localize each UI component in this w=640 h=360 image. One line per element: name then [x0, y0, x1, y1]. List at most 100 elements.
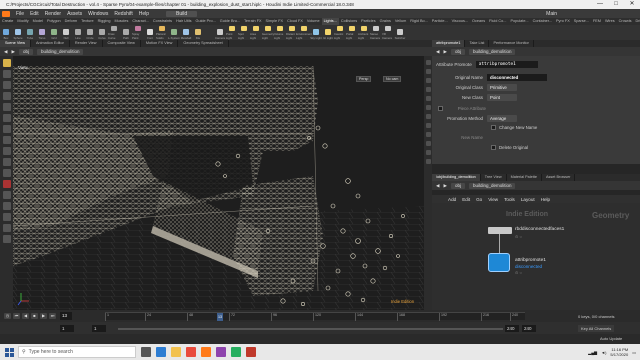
render-region-icon[interactable] — [2, 169, 11, 177]
range-start2-field[interactable]: 1 — [92, 325, 106, 332]
shelf-tab[interactable]: Simple FX — [264, 18, 286, 25]
shelf-tab[interactable]: Hair Utils — [174, 18, 193, 25]
menu-help[interactable]: Help — [136, 11, 152, 17]
taskbar-search[interactable]: ⚲ Type here to search — [18, 346, 136, 358]
shelf-tool-torus[interactable]: Torus — [36, 26, 48, 40]
magnet-icon[interactable] — [2, 158, 11, 166]
select-tool-icon[interactable] — [2, 59, 11, 67]
tab-geometry-spreadsheet[interactable]: Geometry Spreadsheet — [178, 40, 229, 47]
path-building-demolition[interactable]: building_demolition — [36, 48, 84, 55]
wireframe-icon[interactable] — [425, 60, 431, 65]
range-slider[interactable] — [118, 328, 503, 330]
play-icon[interactable]: ▶ — [40, 313, 47, 319]
shadows-icon[interactable] — [425, 141, 431, 146]
original-class-menu[interactable]: Primitive — [487, 83, 517, 91]
task-view-icon[interactable] — [141, 347, 151, 357]
shelf-tab[interactable]: Pyro FX — [554, 18, 572, 25]
file-explorer-icon[interactable] — [171, 347, 181, 357]
brush-tool-icon[interactable] — [2, 136, 11, 144]
shelf-tool-caustic-light[interactable]: Caustic Light — [334, 26, 346, 40]
shelf-tool-area-light[interactable]: Area Light — [250, 26, 262, 40]
camera-menu[interactable]: No cam — [383, 76, 402, 82]
shelf-tool-portal-light[interactable]: Portal Light — [346, 26, 358, 40]
scene-viewport[interactable]: View Persp No cam Indie Edition — [13, 56, 424, 310]
menu-edit[interactable]: Edit — [27, 11, 42, 17]
original-name-field[interactable]: disconnected — [487, 73, 547, 81]
shelf-tool-draw-curve[interactable]: Draw Curve — [108, 26, 120, 40]
app-icon[interactable] — [246, 347, 256, 357]
shelf-tool-ambient-light[interactable]: Ambient Light — [358, 26, 370, 40]
shelf-tool-circle[interactable]: Circle — [84, 26, 96, 40]
shelf-tool-box[interactable]: Box — [0, 26, 12, 40]
back-icon[interactable]: ◀ — [436, 183, 439, 189]
shelf-tab[interactable]: Vellum — [393, 18, 408, 25]
path-obj[interactable]: obj — [18, 48, 33, 55]
menu-redshift[interactable]: Redshift — [111, 11, 135, 17]
snap-icon[interactable] — [2, 191, 11, 199]
grid-icon[interactable] — [2, 235, 11, 243]
points-icon[interactable] — [425, 78, 431, 83]
shelf-tool-switcher[interactable]: Switcher — [394, 26, 406, 40]
network-icon[interactable]: ▂▄▆ — [588, 350, 597, 355]
menu-windows[interactable]: Windows — [85, 11, 111, 17]
forward-icon[interactable]: ▶ — [443, 49, 446, 55]
bounding-box-icon[interactable] — [425, 114, 431, 119]
node-attribpromote1[interactable] — [488, 253, 510, 272]
shelf-tab[interactable]: Wires — [603, 18, 617, 25]
persp-menu[interactable]: Persp — [356, 76, 372, 82]
change-new-name-checkbox[interactable] — [491, 124, 496, 130]
tab-motion-fx-view[interactable]: Motion FX View — [141, 40, 179, 47]
path-obj[interactable]: obj — [450, 48, 465, 55]
jump-start-icon[interactable]: ⏮ — [13, 313, 20, 319]
net-menu-layout[interactable]: Layout — [521, 197, 535, 202]
app-icon[interactable] — [231, 347, 241, 357]
shelf-tool-font[interactable]: Font — [144, 26, 156, 40]
delete-original-checkbox[interactable] — [491, 144, 496, 150]
shelf-tool-null[interactable]: Null — [60, 26, 72, 40]
shelf-tab[interactable]: Deform — [63, 18, 79, 25]
menu-file[interactable]: File — [13, 11, 27, 17]
playhead[interactable]: 13 — [217, 313, 223, 321]
realtime-icon[interactable]: ◷ — [4, 313, 11, 319]
shelf-tab[interactable]: Charact... — [130, 18, 150, 25]
fog-icon[interactable] — [425, 150, 431, 155]
tab-attribpromote1[interactable]: attribpromote1 — [432, 40, 466, 47]
back-icon[interactable]: ◀ — [4, 49, 7, 55]
current-frame-field[interactable]: 13 — [60, 312, 72, 320]
shelf-tool-spray-paint[interactable]: Spray Paint — [132, 26, 144, 40]
tab-animation-editor[interactable]: Animation Editor — [31, 40, 70, 47]
backface-icon[interactable] — [425, 96, 431, 101]
shelf-tab[interactable]: Modify — [15, 18, 30, 25]
desktop-selector[interactable]: Build — [166, 10, 198, 17]
shelf-tab[interactable]: Create — [0, 18, 15, 25]
rotate-tool-icon[interactable] — [2, 92, 11, 100]
promotion-method-menu[interactable]: Average — [487, 114, 517, 122]
new-class-menu[interactable]: Point — [487, 93, 517, 101]
shelf-tab[interactable]: Lights... — [321, 18, 339, 25]
close-button[interactable]: ✕ — [624, 0, 640, 9]
tab-take-list[interactable]: Take List — [465, 40, 490, 47]
network-editor[interactable]: Indie Edition Geometry rbddisconnectedfa… — [432, 203, 640, 310]
lighting-icon[interactable] — [425, 132, 431, 137]
node-name-field[interactable]: attribpromote1 — [475, 61, 538, 68]
stop-icon[interactable]: ■ — [31, 313, 38, 319]
shelf-tab[interactable]: Polygon — [45, 18, 63, 25]
volume-icon[interactable]: ◄) — [601, 350, 606, 355]
normals-icon[interactable] — [425, 87, 431, 92]
tab-asset-browser[interactable]: Asset Browser — [542, 174, 576, 181]
shelf-tool-geometry-light[interactable]: Geometry Light — [262, 26, 274, 40]
shelf-tab[interactable]: Guide Pro... — [194, 18, 218, 25]
forward-icon[interactable]: ▶ — [443, 183, 446, 189]
handle-tool-icon[interactable] — [2, 114, 11, 122]
tab-scene-view[interactable]: Scene View — [0, 40, 31, 47]
range-end2-field[interactable]: 240 — [522, 325, 536, 332]
back-icon[interactable]: ◀ — [436, 49, 439, 55]
app-icon[interactable] — [216, 347, 226, 357]
auto-update-menu[interactable]: Auto Update — [600, 336, 622, 341]
menu-assets[interactable]: Assets — [64, 11, 85, 17]
shelf-tool-sky-light[interactable]: Sky Light — [310, 26, 322, 40]
range-end-field[interactable]: 240 — [505, 325, 519, 332]
pose-tool-icon[interactable] — [2, 125, 11, 133]
path-building-demolition[interactable]: building_demolition — [468, 48, 516, 55]
windows-start-icon[interactable] — [3, 346, 15, 358]
